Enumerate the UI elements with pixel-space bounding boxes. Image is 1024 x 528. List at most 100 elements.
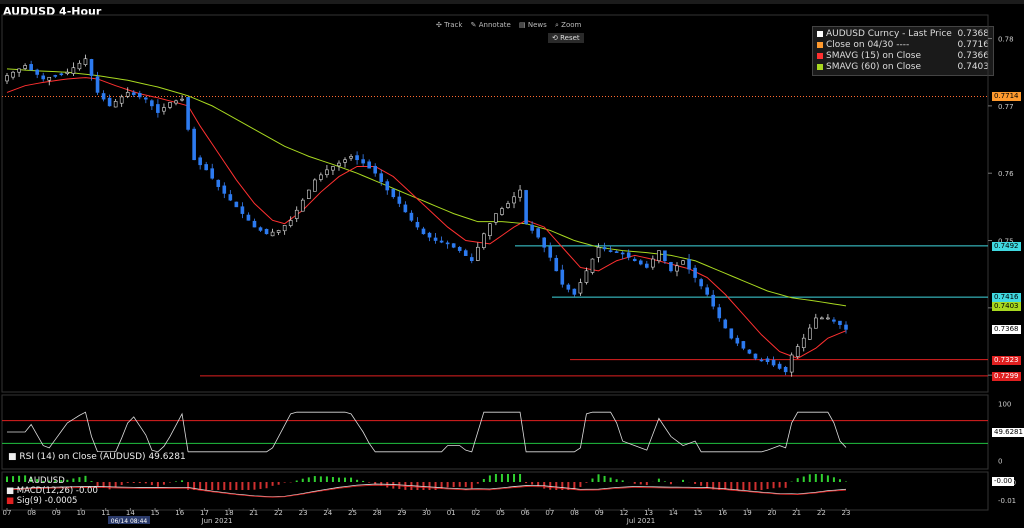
candle-body	[355, 155, 359, 161]
rsi-tick-label: 100	[998, 401, 1011, 409]
candle-body	[125, 92, 130, 97]
macd-histogram-bar	[814, 474, 817, 482]
candle-body	[783, 367, 788, 373]
price-panel-frame	[1, 14, 989, 393]
candle-body	[204, 164, 208, 171]
candle-body	[675, 265, 679, 272]
x-month-label: Jun 2021	[201, 517, 233, 525]
candle-body	[651, 258, 655, 268]
macd-histogram-bar	[114, 482, 117, 488]
y-tick-label: 0.76	[998, 170, 1014, 178]
candle-body	[482, 233, 486, 248]
candle-body	[234, 201, 239, 208]
candle-body	[753, 353, 758, 359]
price-axis-label: 0.7323	[992, 355, 1021, 365]
sma60-line	[6, 68, 847, 307]
candle-body	[602, 247, 607, 250]
candle-body	[427, 232, 432, 238]
macd-histogram-bar	[513, 474, 516, 482]
price-axis-label: 0.7714	[992, 92, 1021, 102]
candle-body	[759, 359, 764, 362]
macd-tick-label: -0.01	[998, 497, 1016, 505]
candle-body	[385, 181, 390, 191]
macd-histogram-bar	[549, 482, 552, 490]
candle-body	[645, 263, 649, 268]
candle-body	[741, 341, 746, 349]
candle-body	[638, 260, 643, 265]
candle-body	[584, 270, 589, 283]
macd-histogram-bar	[609, 477, 612, 482]
macd-histogram-bar	[832, 477, 835, 482]
candle-body	[626, 252, 631, 258]
macd-histogram-bar	[820, 474, 823, 482]
candle-body	[838, 320, 842, 325]
macd-histogram-bar	[295, 480, 298, 482]
candle-body	[765, 358, 770, 363]
price-axis-label: 0.7403	[992, 301, 1021, 311]
candle-body	[270, 231, 275, 237]
price-axis-label: 0.7299	[992, 371, 1021, 381]
candle-body	[216, 179, 221, 187]
candle-body	[119, 96, 124, 104]
macd-histogram-bar	[748, 482, 751, 490]
macd-histogram-bar	[150, 482, 153, 486]
candle-body	[512, 196, 516, 204]
candle-body	[294, 209, 299, 219]
candle-body	[572, 288, 577, 295]
macd-histogram-bar	[120, 482, 123, 486]
candle-body	[337, 162, 341, 167]
candle-body	[518, 189, 522, 198]
candle-body	[174, 100, 178, 104]
candle-body	[343, 159, 347, 163]
macd-histogram-bar	[597, 474, 600, 482]
macd-histogram-bar	[386, 482, 389, 488]
macd-histogram-bar	[706, 482, 709, 488]
price-chart[interactable]: 0.780.770.760.750.740.73100500-0.00-0.01…	[0, 0, 1024, 528]
candle-body	[445, 242, 450, 245]
macd-histogram-bar	[313, 476, 316, 482]
candle-body	[735, 337, 740, 344]
rsi-line	[7, 411, 847, 453]
candle-body	[252, 220, 257, 228]
macd-histogram-bar	[808, 474, 811, 482]
macd-histogram-bar	[434, 482, 437, 490]
candle-body	[47, 76, 52, 81]
macd-histogram-bar	[205, 482, 208, 490]
candle-body	[89, 59, 94, 76]
candle-body	[210, 168, 215, 179]
macd-histogram-bar	[325, 476, 328, 482]
candle-body	[789, 354, 794, 373]
x-month-label: Jul 2021	[626, 517, 656, 525]
candle-body	[77, 62, 82, 70]
macd-histogram-bar	[199, 482, 202, 490]
candle-body	[632, 258, 637, 262]
candle-body	[542, 237, 547, 248]
candle-body	[494, 213, 498, 223]
candle-body	[71, 67, 76, 74]
candle-body	[95, 76, 100, 93]
candle-body	[729, 328, 734, 339]
candle-body	[53, 75, 58, 77]
candle-body	[276, 230, 281, 233]
macd-histogram-bar	[700, 482, 703, 486]
candle-body	[608, 250, 613, 252]
macd-histogram-bar	[247, 482, 250, 490]
macd-histogram-bar	[138, 482, 141, 484]
macd-histogram-bar	[350, 477, 353, 482]
candle-body	[162, 107, 166, 112]
candle-body	[801, 337, 806, 348]
macd-histogram-bar	[175, 481, 178, 482]
macd-histogram-bar	[470, 482, 473, 489]
candle-body	[530, 224, 534, 231]
candle-body	[807, 327, 812, 340]
candle-body	[168, 102, 172, 108]
candle-body	[17, 68, 21, 73]
macd-histogram-bar	[784, 482, 787, 488]
candle-body	[23, 65, 27, 69]
candle-body	[578, 282, 583, 294]
macd-histogram-bar	[181, 480, 184, 482]
macd-histogram-bar	[337, 477, 340, 482]
macd-histogram-bar	[132, 482, 135, 483]
macd-histogram-bar	[482, 478, 485, 482]
candle-body	[409, 212, 414, 221]
